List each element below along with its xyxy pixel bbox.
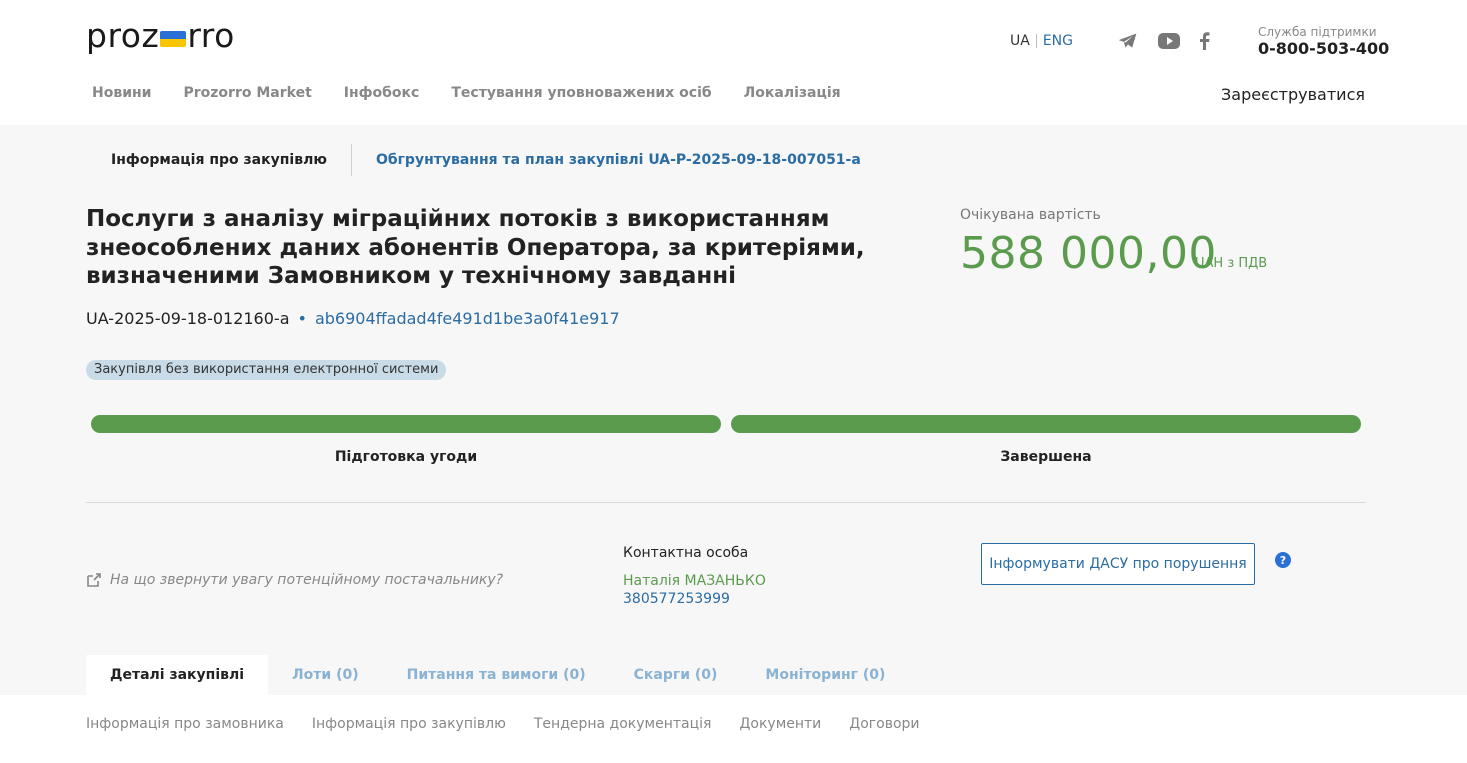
question-circle-icon[interactable]: ? — [1275, 552, 1291, 568]
facebook-icon[interactable] — [1192, 30, 1216, 52]
detail-tabs: Деталі закупівлі Лоти (0) Питання та вим… — [86, 655, 909, 695]
lang-divider — [1035, 34, 1037, 48]
tab-monitoring[interactable]: Моніторинг (0) — [741, 655, 909, 695]
tender-title: Послуги з аналізу міграційних потоків з … — [86, 206, 865, 289]
inform-dasu-button[interactable]: Інформувати ДАСУ про порушення — [981, 543, 1255, 585]
tab-plan-link[interactable]: Обгрунтування та план закупівлі UA-P-202… — [376, 152, 861, 168]
external-link-icon — [86, 572, 102, 588]
tender-hash-link[interactable]: ab6904ffadad4fe491d1be3a0f41e917 — [315, 309, 620, 328]
section-divider — [86, 502, 1366, 503]
id-separator: • — [297, 309, 307, 328]
site-header: proz rro UA ENG Служба підтримки 0-800-5… — [0, 0, 1467, 125]
expected-value-label: Очікувана вартість — [960, 207, 1101, 223]
subnav-item-customer[interactable]: Інформація про замовника — [86, 716, 284, 732]
tab-details[interactable]: Деталі закупівлі — [86, 655, 269, 695]
tab-lots[interactable]: Лоти (0) — [268, 655, 383, 695]
subnav-item-procurement[interactable]: Інформація про закупівлю — [312, 716, 506, 732]
logo-text-left: proz — [86, 16, 160, 55]
details-subnav: Інформація про замовника Інформація про … — [86, 716, 920, 732]
stage-progress-bar — [731, 415, 1361, 433]
stage-label: Підготовка угоди — [334, 449, 478, 465]
telegram-icon[interactable] — [1116, 30, 1140, 52]
logo-text-right: rro — [187, 16, 235, 55]
tab-complaints[interactable]: Скарги (0) — [610, 655, 742, 695]
subnav-item-contracts[interactable]: Договори — [849, 716, 919, 732]
nav-item-testing[interactable]: Тестування уповноважених осіб — [451, 85, 711, 101]
support-phone[interactable]: 0-800-503-400 — [1258, 39, 1389, 58]
supplier-attention-link[interactable]: На що звернути увагу потенційному постач… — [86, 572, 503, 588]
tab-questions[interactable]: Питання та вимоги (0) — [383, 655, 610, 695]
register-link[interactable]: Зареєструватися — [1221, 85, 1365, 104]
tender-ids: UA-2025-09-18-012160-a • ab6904ffadad4fe… — [86, 309, 620, 328]
youtube-icon[interactable] — [1157, 30, 1181, 52]
stage-label: Завершена — [1000, 449, 1092, 465]
attention-text: На що звернути увагу потенційному постач… — [110, 572, 504, 588]
lang-eng[interactable]: ENG — [1043, 33, 1073, 49]
tender-main: Інформація про закупівлю Обгрунтування т… — [0, 125, 1467, 695]
nav-item-localization[interactable]: Локалізація — [744, 85, 841, 101]
subnav-item-tender-docs[interactable]: Тендерна документація — [534, 716, 712, 732]
subnav-item-documents[interactable]: Документи — [739, 716, 821, 732]
nav-item-infobox[interactable]: Інфобокс — [344, 85, 420, 101]
prozorro-logo[interactable]: proz rro — [86, 16, 235, 55]
stage-progress-bar — [91, 415, 721, 433]
language-switcher: UA ENG — [1010, 33, 1073, 49]
contact-name: Наталія МАЗАНЬКО — [623, 573, 766, 589]
contact-title: Контактна особа — [623, 545, 749, 561]
tab-divider — [350, 144, 352, 176]
nav-item-news[interactable]: Новини — [92, 85, 152, 101]
procurement-type-badge: Закупівля без використання електронної с… — [86, 360, 447, 380]
lang-ua[interactable]: UA — [1010, 33, 1030, 49]
expected-value-unit: UAH з ПДВ — [1195, 256, 1268, 271]
support-label: Служба підтримки — [1258, 25, 1377, 39]
info-tabs: Інформація про закупівлю Обгрунтування т… — [111, 144, 861, 176]
contact-phone[interactable]: 380577253999 — [623, 591, 730, 607]
expected-value-amount: 588 000,00 — [960, 228, 1217, 279]
tab-procurement-info[interactable]: Інформація про закупівлю — [111, 152, 327, 168]
nav-item-market[interactable]: Prozorro Market — [184, 85, 312, 101]
ukraine-flag-icon — [160, 30, 187, 49]
tender-id: UA-2025-09-18-012160-a — [86, 309, 290, 328]
main-nav: Новини Prozorro Market Інфобокс Тестуван… — [92, 85, 841, 101]
